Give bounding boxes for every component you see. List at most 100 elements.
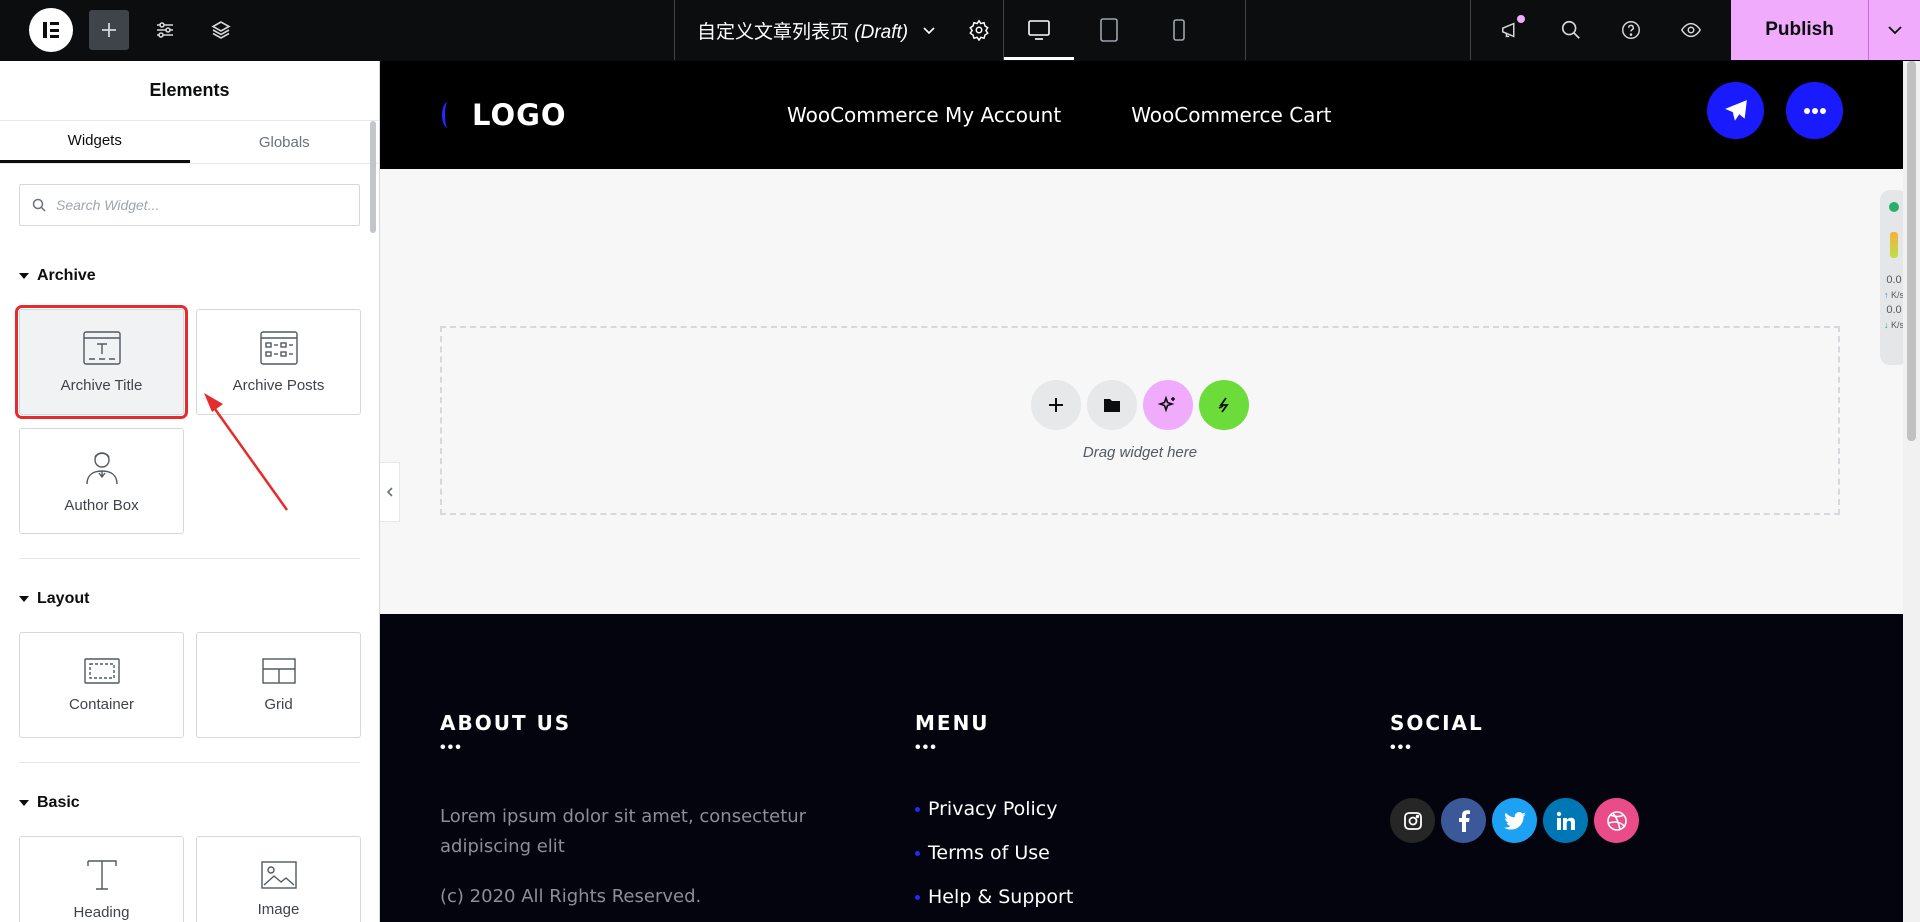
topbar-left	[0, 0, 674, 60]
widget-heading[interactable]: Heading	[19, 836, 184, 922]
widget-label: Image	[257, 900, 300, 918]
canvas-scrollbar[interactable]	[1903, 61, 1920, 922]
paper-plane-icon	[1724, 99, 1747, 121]
site-nav: WooCommerce My Account WooCommerce Cart	[787, 61, 1331, 169]
preview-button[interactable]	[1661, 0, 1721, 60]
tab-globals[interactable]: Globals	[190, 121, 380, 163]
facebook-icon[interactable]	[1441, 798, 1486, 843]
document-status: (Draft)	[854, 21, 909, 43]
site-logo[interactable]: LOGO	[442, 98, 567, 132]
widget-archive-title[interactable]: Archive Title	[15, 305, 188, 419]
category-divider	[19, 558, 360, 559]
caret-down-icon	[19, 800, 29, 806]
ai-generate-button[interactable]	[1143, 380, 1193, 430]
canvas-scrollbar-thumb[interactable]	[1907, 61, 1916, 441]
widget-author-box[interactable]: Author Box	[19, 428, 184, 534]
widget-label: Archive Title	[60, 376, 143, 394]
publish-button[interactable]: Publish	[1731, 0, 1868, 60]
notifications-button[interactable]	[1481, 0, 1541, 60]
nav-link-my-account[interactable]: WooCommerce My Account	[787, 103, 1061, 127]
footer-dots: •••	[1390, 739, 1413, 756]
footer-menu-help[interactable]: Help & Support	[915, 886, 1295, 908]
sparkle-icon	[1158, 395, 1175, 413]
add-section-button[interactable]	[1031, 380, 1081, 430]
add-element-button[interactable]	[89, 10, 129, 50]
more-button[interactable]	[1786, 82, 1843, 139]
category-layout: Layout Container Grid	[0, 587, 379, 763]
eye-icon	[1680, 22, 1702, 38]
collapse-panel-button[interactable]	[380, 462, 400, 522]
tablet-mode-button[interactable]	[1074, 0, 1144, 60]
structure-button[interactable]	[201, 10, 241, 50]
tablet-icon	[1100, 18, 1118, 42]
footer-menu-terms[interactable]: Terms of Use	[915, 842, 1295, 864]
category-archive: Archive Archive Title Archive Posts Auth…	[0, 264, 379, 559]
linkedin-icon[interactable]	[1543, 798, 1588, 843]
category-basic-toggle[interactable]: Basic	[19, 791, 360, 815]
widget-label: Grid	[264, 695, 293, 713]
download-speed: 0.0	[1886, 304, 1902, 316]
desktop-icon	[1028, 20, 1050, 40]
footer-menu-privacy[interactable]: Privacy Policy	[915, 798, 1295, 820]
search-icon	[32, 198, 46, 212]
header-buttons	[1707, 82, 1843, 139]
caret-down-icon	[19, 596, 29, 602]
tab-widgets[interactable]: Widgets	[0, 121, 190, 163]
category-divider	[19, 762, 360, 763]
category-basic: Basic Heading Image	[0, 791, 379, 922]
publish-options-button[interactable]	[1868, 0, 1920, 60]
editor-canvas: LOGO WooCommerce My Account WooCommerce …	[380, 61, 1903, 922]
nav-link-cart[interactable]: WooCommerce Cart	[1131, 103, 1331, 127]
responsive-modes	[1004, 0, 1246, 60]
chevron-down-icon[interactable]	[922, 23, 936, 37]
basic-widgets-grid: Heading Image	[19, 836, 361, 922]
footer-social: SOCIAL •••	[1390, 711, 1770, 843]
mobile-mode-button[interactable]	[1144, 0, 1214, 60]
envato-kit-button[interactable]	[1199, 380, 1249, 430]
search-widget-input[interactable]	[56, 197, 336, 213]
widget-grid[interactable]: Grid	[196, 632, 361, 738]
drop-zone[interactable]: Drag widget here	[440, 326, 1840, 515]
heading-icon	[86, 859, 117, 890]
search-widget-box	[19, 184, 360, 226]
search-icon	[1561, 20, 1580, 39]
grid-icon	[261, 657, 296, 684]
widget-container[interactable]: Container	[19, 632, 184, 738]
widget-archive-posts[interactable]: Archive Posts	[196, 309, 361, 415]
plus-icon	[1049, 398, 1063, 412]
finder-button[interactable]	[1541, 0, 1601, 60]
category-layout-toggle[interactable]: Layout	[19, 587, 360, 611]
help-button[interactable]	[1601, 0, 1661, 60]
container-icon	[83, 657, 120, 684]
twitter-icon[interactable]	[1492, 798, 1537, 843]
elementor-logo-button[interactable]	[29, 8, 73, 52]
chevron-left-icon	[386, 487, 393, 497]
speed-unit: ↑ K/s	[1883, 290, 1905, 300]
instagram-icon[interactable]	[1390, 798, 1435, 843]
desktop-mode-button[interactable]	[1004, 0, 1074, 60]
logo-mark-icon	[442, 102, 454, 128]
widget-label: Archive Posts	[232, 376, 325, 394]
document-settings[interactable]: 自定义文章列表页 (Draft)	[674, 0, 1004, 60]
widget-image[interactable]: Image	[196, 836, 361, 922]
footer-dots: •••	[915, 739, 938, 756]
category-archive-toggle[interactable]: Archive	[19, 264, 360, 288]
chevron-down-icon	[1887, 26, 1902, 35]
gear-icon[interactable]	[968, 19, 990, 41]
caret-down-icon	[19, 273, 29, 279]
more-dots-icon	[1803, 107, 1826, 114]
plus-icon	[102, 23, 116, 37]
document-title: 自定义文章列表页	[697, 21, 850, 43]
site-settings-button[interactable]	[145, 10, 185, 50]
archive-posts-icon	[259, 330, 298, 365]
send-button[interactable]	[1707, 82, 1764, 139]
dribbble-icon[interactable]	[1594, 798, 1639, 843]
panel-scrollbar[interactable]	[370, 121, 376, 233]
add-template-button[interactable]	[1087, 380, 1137, 430]
footer-menu-title: MENU	[915, 711, 990, 735]
panel-tabs: Widgets Globals	[0, 121, 379, 164]
editor-topbar: 自定义文章列表页 (Draft) Publish	[0, 0, 1920, 61]
layers-icon	[211, 21, 231, 39]
widget-label: Container	[68, 695, 135, 713]
author-box-icon	[85, 451, 118, 484]
